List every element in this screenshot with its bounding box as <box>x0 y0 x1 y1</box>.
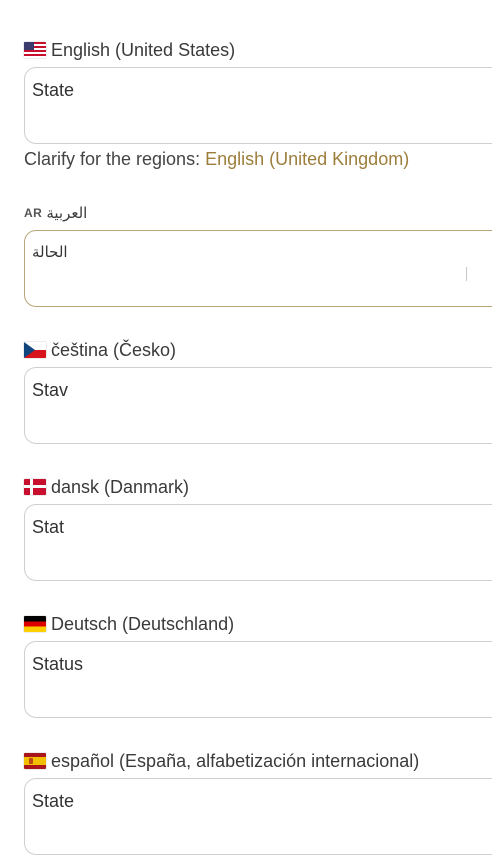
translation-text: Status <box>32 654 84 674</box>
language-name: Deutsch (Deutschland) <box>51 613 235 634</box>
language-entry-cs: čeština (Česko) Stav <box>24 339 492 444</box>
language-entry-en-us: English (United States) State Clarify fo… <box>24 39 492 170</box>
translation-text: State <box>32 80 75 100</box>
ar-badge-icon: AR <box>24 206 43 220</box>
language-name: español (España, alfabetización internac… <box>51 750 420 771</box>
translation-input-cs[interactable]: Stav <box>24 367 492 444</box>
translation-text: State <box>32 791 75 811</box>
translation-input-es[interactable]: State <box>24 778 492 855</box>
us-flag-icon <box>24 42 46 58</box>
german-flag-icon <box>24 616 46 632</box>
language-label: čeština (Česko) <box>24 339 492 361</box>
translation-text: Stav <box>32 380 69 400</box>
czech-flag-icon <box>24 342 46 358</box>
translation-input-da[interactable]: Stat <box>24 504 492 581</box>
language-entry-de: Deutsch (Deutschland) Status <box>24 613 492 718</box>
language-entry-da: dansk (Danmark) Stat <box>24 476 492 581</box>
language-label: dansk (Danmark) <box>24 476 492 498</box>
text-cursor-icon <box>466 267 473 281</box>
language-name: العربية <box>46 205 88 222</box>
clarify-region-link-en-gb[interactable]: English (United Kingdom) <box>205 149 409 169</box>
language-name: English (United States) <box>51 39 236 60</box>
language-label: español (España, alfabetización internac… <box>24 750 492 772</box>
translation-input-ar[interactable]: الحالة <box>24 230 492 307</box>
translation-text: Stat <box>32 517 65 537</box>
language-entry-ar: AR العربية الحالة <box>24 202 492 307</box>
language-label: English (United States) <box>24 39 492 61</box>
language-label: AR العربية <box>24 202 492 224</box>
danish-flag-icon <box>24 479 46 495</box>
clarify-regions: Clarify for the regions: English (United… <box>24 149 492 170</box>
language-entry-es: español (España, alfabetización internac… <box>24 750 492 855</box>
spanish-flag-icon <box>24 753 46 769</box>
translation-input-en-us[interactable]: State <box>24 67 492 144</box>
translation-text: الحالة <box>32 244 68 261</box>
translation-input-de[interactable]: Status <box>24 641 492 718</box>
clarify-prefix: Clarify for the regions: <box>24 149 201 169</box>
language-name: dansk (Danmark) <box>51 476 190 497</box>
language-name: čeština (Česko) <box>51 339 177 360</box>
language-label: Deutsch (Deutschland) <box>24 613 492 635</box>
translation-form: English (United States) State Clarify fo… <box>0 0 492 868</box>
